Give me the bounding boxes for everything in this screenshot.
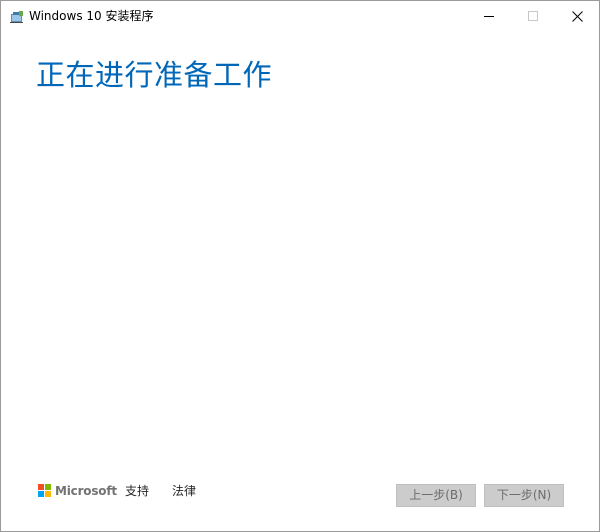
logo-yellow-square (45, 491, 51, 497)
microsoft-wordmark: Microsoft (55, 484, 117, 498)
logo-red-square (38, 484, 44, 490)
minimize-button[interactable] (467, 1, 511, 31)
back-button[interactable]: 上一步(B) (396, 484, 476, 507)
close-icon (571, 10, 583, 22)
logo-green-square (45, 484, 51, 490)
support-link[interactable]: 支持 (125, 483, 149, 499)
minimize-icon (484, 11, 494, 21)
page-heading: 正在进行准备工作 (36, 58, 273, 92)
next-button[interactable]: 下一步(N) (484, 484, 564, 507)
legal-link[interactable]: 法律 (172, 483, 196, 499)
setup-window: Windows 10 安装程序 正在进行准备工作 Microsoft 支持 法律… (0, 0, 600, 532)
logo-blue-square (38, 491, 44, 497)
maximize-button (511, 1, 555, 31)
window-title: Windows 10 安装程序 (29, 9, 154, 23)
microsoft-logo-icon (38, 484, 52, 498)
maximize-icon (528, 11, 538, 21)
title-bar[interactable]: Windows 10 安装程序 (1, 1, 599, 31)
setup-icon (10, 9, 24, 23)
close-button[interactable] (555, 1, 599, 31)
